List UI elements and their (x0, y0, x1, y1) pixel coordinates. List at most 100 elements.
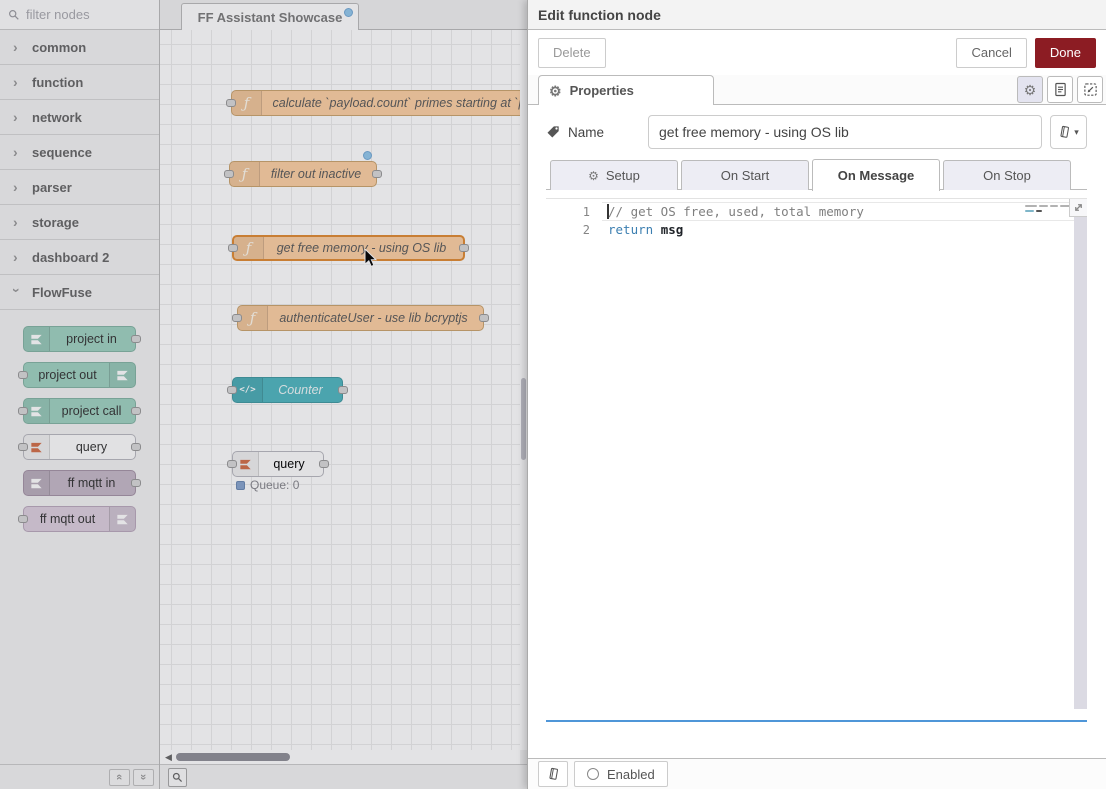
enabled-circle-icon (587, 768, 599, 780)
tray-toolbar: Delete Cancel Done (528, 30, 1106, 75)
properties-view-button[interactable]: ⚙ (1017, 76, 1043, 103)
palette-node-project-in[interactable]: project in (23, 326, 136, 352)
canvas-vertical-scrollbar[interactable] (520, 30, 527, 750)
code-editor[interactable]: 1 2 // get OS free, used, total memory r… (546, 198, 1087, 722)
cancel-button[interactable]: Cancel (956, 38, 1026, 68)
search-icon (172, 772, 183, 783)
palette-node-label: project in (50, 327, 133, 351)
appearance-icon (1083, 82, 1098, 97)
edit-form: Name ▾ ⚙Setup On Start On Message On Sto… (528, 105, 1106, 758)
node-label: authenticateUser - use lib bcryptjs (268, 306, 479, 330)
palette-node-ff-mqtt-in[interactable]: ff mqtt in (23, 470, 136, 496)
node-counter[interactable]: </> Counter (232, 377, 343, 403)
status-dot-icon (236, 481, 245, 490)
palette-node-label: project call (50, 399, 133, 423)
chevron-right-icon: › (13, 179, 21, 195)
chevron-right-icon: › (13, 74, 21, 90)
node-get-free-memory[interactable]: ƒ get free memory - using OS lib (232, 235, 465, 261)
output-port[interactable] (372, 170, 382, 178)
flow-tab[interactable]: FF Assistant Showcase (181, 3, 359, 30)
palette-node-project-call[interactable]: project call (23, 398, 136, 424)
scroll-left-arrow-icon[interactable]: ◀ (165, 752, 172, 763)
category-label: network (32, 110, 82, 125)
node-calculate-primes[interactable]: ƒ calculate `payload.count` primes start… (231, 90, 520, 116)
tab-properties[interactable]: ⚙ Properties (538, 75, 714, 105)
output-port[interactable] (131, 479, 141, 487)
palette-node-project-out[interactable]: project out (23, 362, 136, 388)
editor-scrollbar[interactable] (1074, 217, 1087, 709)
output-port[interactable] (319, 460, 329, 468)
tag-icon (546, 125, 560, 139)
search-icon (8, 9, 20, 21)
output-port[interactable] (338, 386, 348, 394)
palette-category-dashboard2[interactable]: ›dashboard 2 (0, 240, 159, 275)
palette-category-common[interactable]: ›common (0, 30, 159, 65)
flow-canvas[interactable]: ƒ calculate `payload.count` primes start… (160, 30, 520, 750)
scrollbar-thumb[interactable] (521, 378, 526, 460)
palette-filter-input[interactable] (26, 7, 141, 22)
library-button[interactable]: ▾ (1050, 115, 1087, 149)
input-port[interactable] (227, 460, 237, 468)
palette-category-storage[interactable]: ›storage (0, 205, 159, 240)
chevrons-down-icon: » (138, 774, 150, 780)
node-enabled-toggle[interactable]: Enabled (574, 761, 668, 787)
appearance-view-button[interactable] (1077, 76, 1103, 103)
input-port[interactable] (226, 99, 236, 107)
edit-view-buttons: ⚙ (1017, 76, 1103, 103)
palette-node-label: query (50, 435, 133, 459)
palette-category-flowfuse[interactable]: ›FlowFuse (0, 275, 159, 310)
flowfuse-logo-icon (24, 327, 50, 351)
palette-node-ff-mqtt-out[interactable]: ff mqtt out (23, 506, 136, 532)
done-button[interactable]: Done (1035, 38, 1096, 68)
library-export-button[interactable] (538, 761, 568, 787)
editor-minimap[interactable] (1025, 203, 1071, 219)
output-port[interactable] (131, 407, 141, 415)
tab-on-stop[interactable]: On Stop (943, 160, 1071, 190)
scrollbar-thumb[interactable] (176, 753, 290, 761)
palette-search[interactable] (0, 0, 159, 30)
mouse-cursor (364, 249, 378, 269)
palette-category-parser[interactable]: ›parser (0, 170, 159, 205)
delete-button[interactable]: Delete (538, 38, 606, 68)
node-red-window: ›common ›function ›network ›sequence ›pa… (0, 0, 1106, 789)
gear-icon: ⚙ (549, 84, 562, 98)
tab-on-message[interactable]: On Message (812, 159, 940, 191)
input-port[interactable] (18, 407, 28, 415)
input-port[interactable] (232, 314, 242, 322)
node-query[interactable]: query (232, 451, 324, 477)
name-label: Name (546, 125, 648, 140)
input-port[interactable] (18, 371, 28, 379)
enabled-label: Enabled (607, 767, 655, 782)
tab-setup[interactable]: ⚙Setup (550, 160, 678, 190)
collapse-all-button[interactable]: « (109, 769, 130, 786)
tab-on-start[interactable]: On Start (681, 160, 809, 190)
input-port[interactable] (224, 170, 234, 178)
palette-category-sequence[interactable]: ›sequence (0, 135, 159, 170)
flowfuse-logo-icon (109, 507, 135, 531)
output-port[interactable] (459, 244, 469, 252)
palette-category-network[interactable]: ›network (0, 100, 159, 135)
node-authenticate-user[interactable]: ƒ authenticateUser - use lib bcryptjs (237, 305, 484, 331)
output-port[interactable] (479, 314, 489, 322)
canvas-horizontal-scrollbar[interactable]: ◀ (160, 750, 520, 764)
palette-node-query[interactable]: query (23, 434, 136, 460)
node-filter-out-inactive[interactable]: ƒ filter out inactive (229, 161, 377, 187)
palette-category-function[interactable]: ›function (0, 65, 159, 100)
document-icon (1054, 82, 1067, 97)
editor-expand-button[interactable] (1069, 199, 1087, 217)
input-port[interactable] (228, 244, 238, 252)
description-view-button[interactable] (1047, 76, 1073, 103)
caret-down-icon: ▾ (1074, 127, 1079, 138)
input-port[interactable] (18, 515, 28, 523)
book-icon (1058, 125, 1071, 139)
palette-footer: « » (0, 764, 159, 789)
tab-label: On Stop (983, 168, 1031, 183)
output-port[interactable] (131, 443, 141, 451)
input-port[interactable] (18, 443, 28, 451)
name-field[interactable] (648, 115, 1042, 149)
input-port[interactable] (227, 386, 237, 394)
search-flows-button[interactable] (168, 768, 187, 787)
flow-workspace: FF Assistant Showcase ƒ calculate `paylo… (160, 0, 527, 789)
expand-all-button[interactable]: » (133, 769, 154, 786)
output-port[interactable] (131, 335, 141, 343)
